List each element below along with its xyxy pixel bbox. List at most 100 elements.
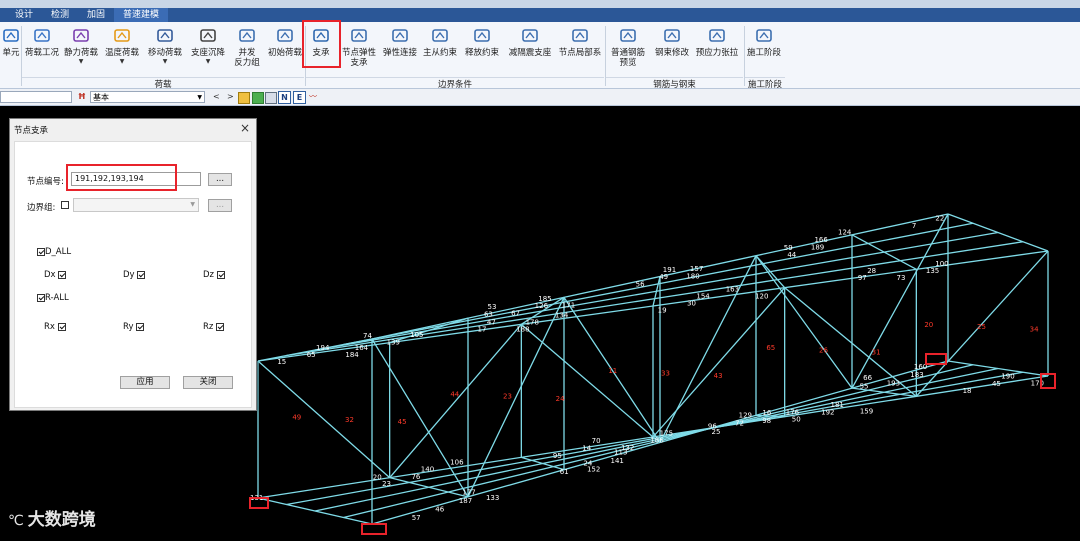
bottom-cross-beam[interactable] xyxy=(947,360,1049,377)
ribbon-button-nodal-spring[interactable]: 节点弹性 支承 xyxy=(339,24,379,76)
element-label: 20 xyxy=(924,321,933,329)
node-label: 185 xyxy=(538,295,551,303)
empty-combo[interactable] xyxy=(0,91,72,103)
top-stringer[interactable] xyxy=(884,231,999,253)
element-label: 65 xyxy=(766,344,775,352)
rx-option[interactable]: Rx xyxy=(44,322,66,332)
construction-stage-icon xyxy=(754,26,774,46)
close-icon[interactable]: × xyxy=(240,121,250,135)
element-label: 44 xyxy=(450,390,459,398)
grid-icon[interactable] xyxy=(265,92,277,104)
node-label: 170 xyxy=(1031,379,1044,387)
diagonal-front[interactable] xyxy=(257,360,391,479)
d-all-checkbox[interactable] xyxy=(37,247,45,256)
ribbon-button-initial-load[interactable]: 初始荷载 xyxy=(266,24,304,76)
concurrent-reaction-icon xyxy=(237,26,257,46)
node-label: 17 xyxy=(478,325,487,333)
apply-button[interactable]: 应用 xyxy=(120,376,170,389)
ribbon-button-static-load[interactable]: 静力荷载 ▼ xyxy=(62,24,100,76)
d-all-label: D_ALL xyxy=(45,247,72,257)
group-label-load: 荷载 xyxy=(22,77,304,90)
dz-option[interactable]: Dz xyxy=(203,270,225,280)
node-label: 65 xyxy=(307,351,316,359)
r-all-checkbox[interactable] xyxy=(37,293,45,302)
dy-option[interactable]: Dy xyxy=(123,270,146,280)
menu-inspection[interactable]: 检测 xyxy=(42,8,78,22)
dy-checkbox[interactable] xyxy=(137,270,146,279)
ribbon-button-prestress[interactable]: 预应力张拉 xyxy=(694,24,740,76)
node-label: 193 xyxy=(887,380,900,388)
watermark-text: 大数跨境 xyxy=(27,510,96,530)
deck-stringer[interactable] xyxy=(343,491,449,519)
node-label: 192 xyxy=(821,408,834,416)
wave-icon[interactable]: 〰 xyxy=(309,91,317,103)
menu-design[interactable]: 设计 xyxy=(6,8,42,22)
boundary-group-select[interactable]: ▼ xyxy=(73,198,199,212)
ribbon-button-load-case[interactable]: 荷载工况 xyxy=(24,24,60,76)
prev-button[interactable]: < xyxy=(213,91,220,103)
ribbon-button-concurrent-reaction[interactable]: 并发 反力组 xyxy=(230,24,264,76)
rz-checkbox[interactable] xyxy=(216,322,225,331)
chevron-down-icon: ▼ xyxy=(190,201,195,208)
display-icon[interactable] xyxy=(252,92,264,104)
boundary-group-value: 基本 xyxy=(93,93,109,102)
node-number-highlight xyxy=(66,164,177,191)
dx-option[interactable]: Dx xyxy=(44,270,67,280)
ribbon-button-tendon-edit[interactable]: 钢束修改 xyxy=(652,24,692,76)
rz-label: Rz xyxy=(203,322,214,332)
ribbon-button-isolation-bearing[interactable]: 减隔震支座 xyxy=(506,24,554,76)
boundary-group-combo[interactable]: 基本 ▼ xyxy=(90,91,205,103)
ribbon-button-label: 主从约束 xyxy=(422,48,457,58)
ribbon-button-rebar-preview[interactable]: 普通钢筋 预览 xyxy=(606,24,650,76)
boundary-group-checkbox[interactable] xyxy=(61,201,69,209)
menu-bar: 设计 检测 加固 普速建模 xyxy=(0,8,1080,22)
group-browse-button[interactable]: ... xyxy=(208,199,232,212)
bottom-cross-beam[interactable] xyxy=(389,477,469,498)
ry-option[interactable]: Ry xyxy=(123,322,145,332)
node-label: 187 xyxy=(459,497,472,505)
ribbon-button-temperature-load[interactable]: 温度荷载 ▼ xyxy=(102,24,142,76)
rz-option[interactable]: Rz xyxy=(203,322,225,332)
close-button[interactable]: 关闭 xyxy=(183,376,233,389)
ribbon-button-elastic-link[interactable]: 弹性连接 xyxy=(381,24,419,76)
dx-checkbox[interactable] xyxy=(58,270,67,279)
ribbon-button-master-slave[interactable]: 主从约束 xyxy=(420,24,460,76)
node-label: 19 xyxy=(658,307,667,315)
top-stringer[interactable] xyxy=(867,222,974,245)
ribbon-button-support-settlement[interactable]: 支座沉降 ▼ xyxy=(188,24,228,76)
ribbon-button-moving-load[interactable]: 移动荷载 ▼ xyxy=(144,24,186,76)
isolation-bearing-icon xyxy=(520,26,540,46)
ry-checkbox[interactable] xyxy=(136,322,145,331)
chevron-down-icon: ▼ xyxy=(119,58,125,65)
toggle-n-button[interactable]: N xyxy=(278,91,291,104)
diagonal-back[interactable] xyxy=(851,213,949,389)
folder-icon[interactable] xyxy=(238,92,250,104)
r-all-option[interactable]: R-ALL xyxy=(37,293,69,303)
dz-checkbox[interactable] xyxy=(216,270,225,279)
rx-checkbox[interactable] xyxy=(57,322,66,331)
ribbon-button-node-local-axis[interactable]: 节点局部系 xyxy=(556,24,604,76)
ribbon-button-construction-stage[interactable]: 施工阶段 xyxy=(746,24,782,76)
static-load-icon xyxy=(71,26,91,46)
ribbon-button-element[interactable]: 单元 xyxy=(0,24,22,76)
top-stringer[interactable] xyxy=(777,260,901,281)
menu-modeling[interactable]: 普速建模 xyxy=(114,8,169,22)
ribbon-button-label: 释放约束 xyxy=(464,48,499,58)
next-button[interactable]: > xyxy=(227,91,234,103)
d-all-option[interactable]: D_ALL xyxy=(37,247,71,257)
window-title-bar xyxy=(0,0,1080,8)
ribbon-button-label: 并发 反力组 xyxy=(234,48,260,68)
rebar-preview-icon xyxy=(618,26,638,46)
load-case-icon xyxy=(32,26,52,46)
diagonal-front[interactable] xyxy=(520,323,654,438)
node-browse-button[interactable]: ... xyxy=(208,173,232,186)
toggle-e-button[interactable]: E xyxy=(293,91,306,104)
menu-strengthen[interactable]: 加固 xyxy=(78,8,114,22)
top-cross-beam[interactable] xyxy=(389,317,469,344)
top-stringer[interactable] xyxy=(900,241,1024,262)
nodal-spring-icon xyxy=(349,26,369,46)
node-label: 134 xyxy=(555,311,569,319)
ribbon-button-label: 钢束修改 xyxy=(654,48,689,58)
element-label: 26 xyxy=(819,346,828,354)
ribbon-button-release[interactable]: 释放约束 xyxy=(462,24,502,76)
